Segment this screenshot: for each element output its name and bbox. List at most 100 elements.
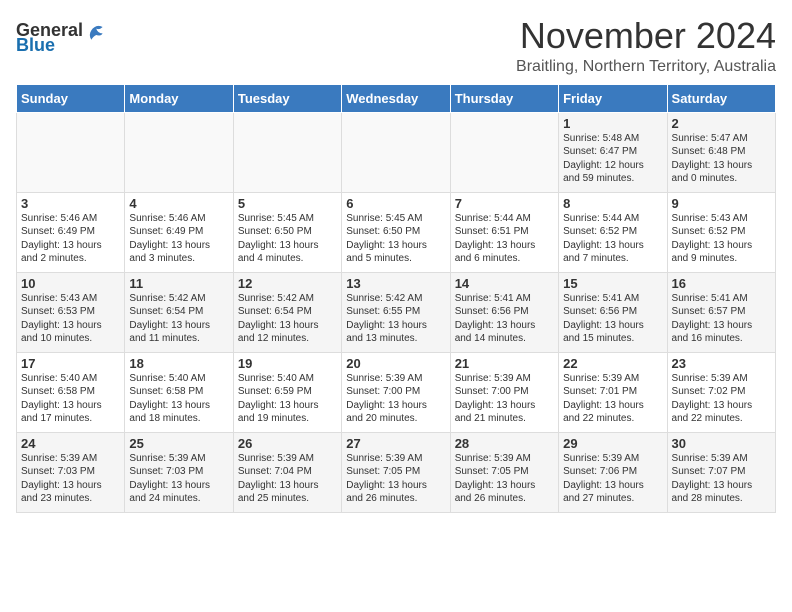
- col-sunday: Sunday: [17, 84, 125, 112]
- day-number: 22: [563, 356, 662, 371]
- col-saturday: Saturday: [667, 84, 775, 112]
- day-number: 8: [563, 196, 662, 211]
- day-number: 14: [455, 276, 554, 291]
- day-info: Sunrise: 5:43 AM Sunset: 6:53 PM Dayligh…: [21, 292, 120, 346]
- week-row-4: 17Sunrise: 5:40 AM Sunset: 6:58 PM Dayli…: [17, 352, 776, 432]
- header-row: Sunday Monday Tuesday Wednesday Thursday…: [17, 84, 776, 112]
- calendar-cell: 6Sunrise: 5:45 AM Sunset: 6:50 PM Daylig…: [342, 192, 450, 272]
- day-number: 17: [21, 356, 120, 371]
- day-info: Sunrise: 5:39 AM Sunset: 7:00 PM Dayligh…: [346, 372, 445, 426]
- day-info: Sunrise: 5:45 AM Sunset: 6:50 PM Dayligh…: [346, 212, 445, 266]
- calendar-cell: 8Sunrise: 5:44 AM Sunset: 6:52 PM Daylig…: [559, 192, 667, 272]
- day-number: 9: [672, 196, 771, 211]
- calendar-cell: [17, 112, 125, 192]
- day-number: 26: [238, 436, 337, 451]
- calendar-cell: 4Sunrise: 5:46 AM Sunset: 6:49 PM Daylig…: [125, 192, 233, 272]
- day-info: Sunrise: 5:44 AM Sunset: 6:51 PM Dayligh…: [455, 212, 554, 266]
- week-row-3: 10Sunrise: 5:43 AM Sunset: 6:53 PM Dayli…: [17, 272, 776, 352]
- day-info: Sunrise: 5:48 AM Sunset: 6:47 PM Dayligh…: [563, 132, 662, 186]
- calendar-cell: 18Sunrise: 5:40 AM Sunset: 6:58 PM Dayli…: [125, 352, 233, 432]
- calendar-cell: 2Sunrise: 5:47 AM Sunset: 6:48 PM Daylig…: [667, 112, 775, 192]
- calendar-cell: 11Sunrise: 5:42 AM Sunset: 6:54 PM Dayli…: [125, 272, 233, 352]
- calendar-cell: 30Sunrise: 5:39 AM Sunset: 7:07 PM Dayli…: [667, 432, 775, 512]
- calendar-table: Sunday Monday Tuesday Wednesday Thursday…: [16, 84, 776, 513]
- page-header: General Blue November 2024 Braitling, No…: [16, 16, 776, 76]
- calendar-cell: 19Sunrise: 5:40 AM Sunset: 6:59 PM Dayli…: [233, 352, 341, 432]
- calendar-cell: 20Sunrise: 5:39 AM Sunset: 7:00 PM Dayli…: [342, 352, 450, 432]
- title-area: November 2024 Braitling, Northern Territ…: [516, 16, 776, 76]
- calendar-cell: 7Sunrise: 5:44 AM Sunset: 6:51 PM Daylig…: [450, 192, 558, 272]
- calendar-cell: 24Sunrise: 5:39 AM Sunset: 7:03 PM Dayli…: [17, 432, 125, 512]
- day-number: 29: [563, 436, 662, 451]
- calendar-cell: 27Sunrise: 5:39 AM Sunset: 7:05 PM Dayli…: [342, 432, 450, 512]
- day-info: Sunrise: 5:45 AM Sunset: 6:50 PM Dayligh…: [238, 212, 337, 266]
- day-info: Sunrise: 5:39 AM Sunset: 7:04 PM Dayligh…: [238, 452, 337, 506]
- day-number: 20: [346, 356, 445, 371]
- day-info: Sunrise: 5:46 AM Sunset: 6:49 PM Dayligh…: [129, 212, 228, 266]
- day-info: Sunrise: 5:42 AM Sunset: 6:55 PM Dayligh…: [346, 292, 445, 346]
- day-number: 30: [672, 436, 771, 451]
- day-number: 28: [455, 436, 554, 451]
- calendar-cell: 14Sunrise: 5:41 AM Sunset: 6:56 PM Dayli…: [450, 272, 558, 352]
- week-row-5: 24Sunrise: 5:39 AM Sunset: 7:03 PM Dayli…: [17, 432, 776, 512]
- calendar-cell: 17Sunrise: 5:40 AM Sunset: 6:58 PM Dayli…: [17, 352, 125, 432]
- week-row-1: 1Sunrise: 5:48 AM Sunset: 6:47 PM Daylig…: [17, 112, 776, 192]
- day-number: 6: [346, 196, 445, 211]
- calendar-cell: [342, 112, 450, 192]
- day-info: Sunrise: 5:47 AM Sunset: 6:48 PM Dayligh…: [672, 132, 771, 186]
- day-info: Sunrise: 5:42 AM Sunset: 6:54 PM Dayligh…: [129, 292, 228, 346]
- day-info: Sunrise: 5:39 AM Sunset: 7:05 PM Dayligh…: [455, 452, 554, 506]
- calendar-cell: 23Sunrise: 5:39 AM Sunset: 7:02 PM Dayli…: [667, 352, 775, 432]
- calendar-cell: [450, 112, 558, 192]
- day-info: Sunrise: 5:42 AM Sunset: 6:54 PM Dayligh…: [238, 292, 337, 346]
- calendar-cell: 15Sunrise: 5:41 AM Sunset: 6:56 PM Dayli…: [559, 272, 667, 352]
- day-number: 4: [129, 196, 228, 211]
- col-tuesday: Tuesday: [233, 84, 341, 112]
- day-number: 16: [672, 276, 771, 291]
- day-info: Sunrise: 5:44 AM Sunset: 6:52 PM Dayligh…: [563, 212, 662, 266]
- day-info: Sunrise: 5:39 AM Sunset: 7:03 PM Dayligh…: [129, 452, 228, 506]
- day-number: 15: [563, 276, 662, 291]
- location-subtitle: Braitling, Northern Territory, Australia: [516, 58, 776, 76]
- calendar-cell: 16Sunrise: 5:41 AM Sunset: 6:57 PM Dayli…: [667, 272, 775, 352]
- col-friday: Friday: [559, 84, 667, 112]
- day-info: Sunrise: 5:40 AM Sunset: 6:59 PM Dayligh…: [238, 372, 337, 426]
- day-number: 12: [238, 276, 337, 291]
- day-number: 21: [455, 356, 554, 371]
- day-info: Sunrise: 5:43 AM Sunset: 6:52 PM Dayligh…: [672, 212, 771, 266]
- calendar-cell: 28Sunrise: 5:39 AM Sunset: 7:05 PM Dayli…: [450, 432, 558, 512]
- day-number: 27: [346, 436, 445, 451]
- calendar-cell: 25Sunrise: 5:39 AM Sunset: 7:03 PM Dayli…: [125, 432, 233, 512]
- day-number: 25: [129, 436, 228, 451]
- day-info: Sunrise: 5:39 AM Sunset: 7:07 PM Dayligh…: [672, 452, 771, 506]
- day-info: Sunrise: 5:39 AM Sunset: 7:00 PM Dayligh…: [455, 372, 554, 426]
- day-number: 18: [129, 356, 228, 371]
- day-number: 2: [672, 116, 771, 131]
- day-info: Sunrise: 5:40 AM Sunset: 6:58 PM Dayligh…: [21, 372, 120, 426]
- day-info: Sunrise: 5:46 AM Sunset: 6:49 PM Dayligh…: [21, 212, 120, 266]
- calendar-cell: 3Sunrise: 5:46 AM Sunset: 6:49 PM Daylig…: [17, 192, 125, 272]
- calendar-cell: 1Sunrise: 5:48 AM Sunset: 6:47 PM Daylig…: [559, 112, 667, 192]
- calendar-cell: 21Sunrise: 5:39 AM Sunset: 7:00 PM Dayli…: [450, 352, 558, 432]
- day-number: 19: [238, 356, 337, 371]
- calendar-cell: 12Sunrise: 5:42 AM Sunset: 6:54 PM Dayli…: [233, 272, 341, 352]
- day-info: Sunrise: 5:39 AM Sunset: 7:06 PM Dayligh…: [563, 452, 662, 506]
- calendar-cell: 13Sunrise: 5:42 AM Sunset: 6:55 PM Dayli…: [342, 272, 450, 352]
- day-info: Sunrise: 5:41 AM Sunset: 6:56 PM Dayligh…: [563, 292, 662, 346]
- day-info: Sunrise: 5:41 AM Sunset: 6:57 PM Dayligh…: [672, 292, 771, 346]
- logo: General Blue: [16, 20, 109, 56]
- week-row-2: 3Sunrise: 5:46 AM Sunset: 6:49 PM Daylig…: [17, 192, 776, 272]
- day-number: 13: [346, 276, 445, 291]
- col-monday: Monday: [125, 84, 233, 112]
- calendar-cell: 10Sunrise: 5:43 AM Sunset: 6:53 PM Dayli…: [17, 272, 125, 352]
- day-number: 5: [238, 196, 337, 211]
- logo-blue: Blue: [16, 35, 55, 56]
- calendar-cell: 29Sunrise: 5:39 AM Sunset: 7:06 PM Dayli…: [559, 432, 667, 512]
- logo-bird-icon: [85, 21, 109, 41]
- day-number: 7: [455, 196, 554, 211]
- calendar-cell: 5Sunrise: 5:45 AM Sunset: 6:50 PM Daylig…: [233, 192, 341, 272]
- col-thursday: Thursday: [450, 84, 558, 112]
- calendar-cell: 9Sunrise: 5:43 AM Sunset: 6:52 PM Daylig…: [667, 192, 775, 272]
- month-title: November 2024: [516, 16, 776, 56]
- calendar-cell: 22Sunrise: 5:39 AM Sunset: 7:01 PM Dayli…: [559, 352, 667, 432]
